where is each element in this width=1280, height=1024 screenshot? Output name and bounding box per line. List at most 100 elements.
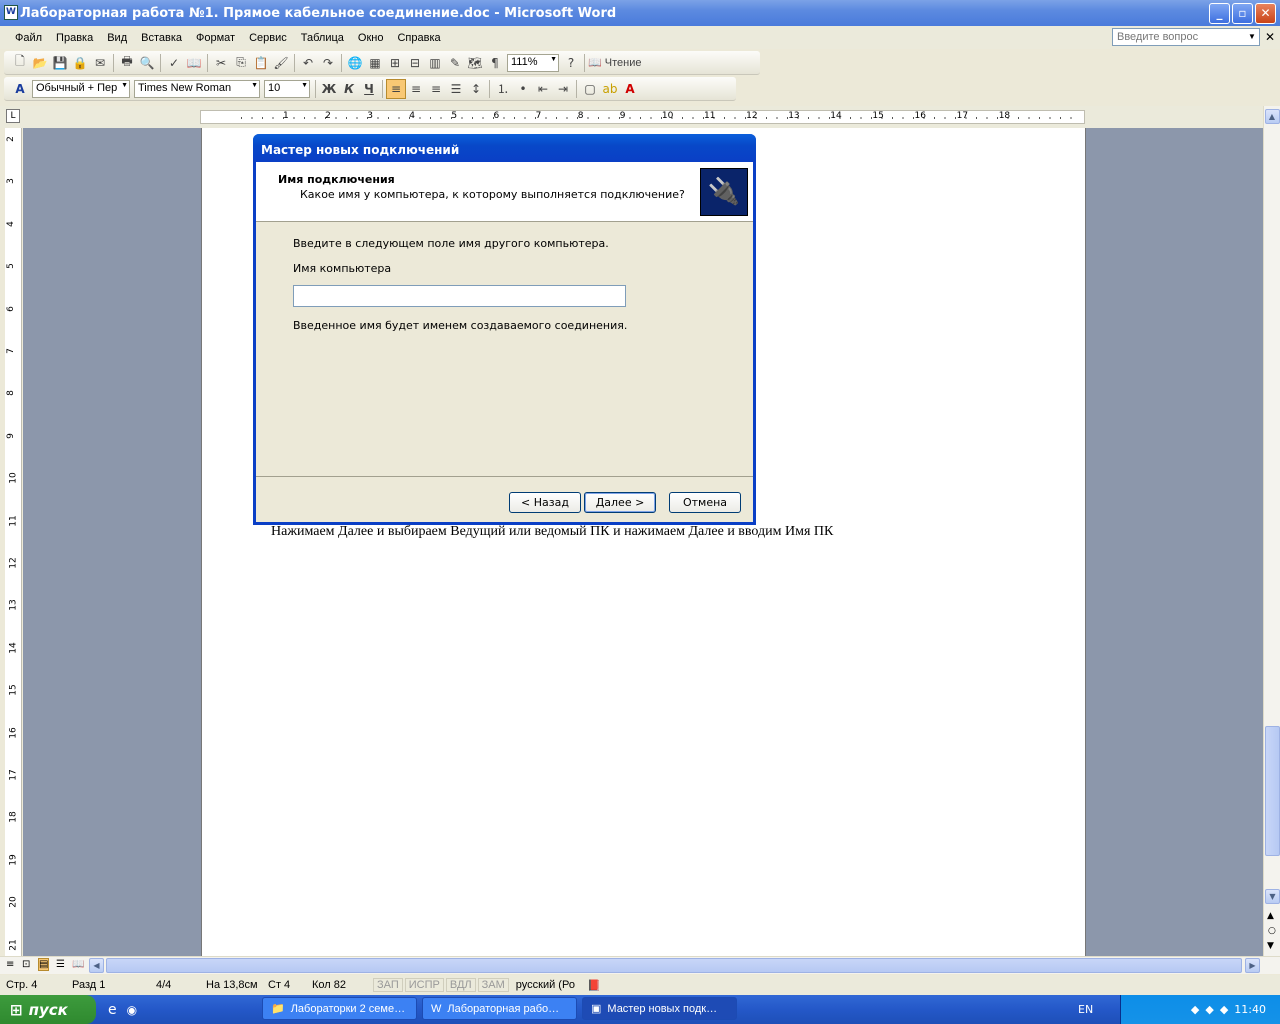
cut-icon[interactable]: ✂ — [211, 53, 231, 73]
menu-table[interactable]: Таблица — [294, 32, 351, 44]
internet-explorer-icon[interactable]: e — [108, 1002, 117, 1018]
redo-icon[interactable]: ↷ — [318, 53, 338, 73]
border-icon[interactable]: ▢ — [580, 79, 600, 99]
hyperlink-icon[interactable]: 🌐 — [345, 53, 365, 73]
spelling-icon[interactable]: ✓ — [164, 53, 184, 73]
font-size-select[interactable]: 10 ▼ — [264, 79, 310, 98]
permission-icon[interactable]: 🔒 — [70, 53, 90, 73]
highlight-icon[interactable]: ab — [600, 79, 620, 99]
chevron-down-icon[interactable]: ▼ — [301, 82, 308, 89]
decrease-indent-icon[interactable]: ⇤ — [533, 79, 553, 99]
next-page-icon[interactable]: ▼ — [1267, 941, 1274, 951]
normal-view-icon[interactable]: ≡ — [6, 959, 14, 970]
show-hide-icon[interactable]: ¶ — [485, 53, 505, 73]
chevron-down-icon[interactable]: ▼ — [1245, 29, 1259, 45]
word-app-icon[interactable]: W — [4, 5, 18, 20]
task-folder[interactable]: 📁 Лабораторки 2 семе… — [262, 997, 417, 1020]
align-left-icon[interactable]: ≡ — [386, 78, 406, 99]
horizontal-scrollbar[interactable]: ≡ ⊡ ▤ ☰ 📖 ◀ ▶ — [0, 956, 1280, 974]
scroll-right-icon[interactable]: ▶ — [1245, 958, 1260, 973]
previous-page-icon[interactable]: ▲ — [1267, 911, 1274, 921]
vertical-scrollbar[interactable]: ▲ ▼ ▲ ○ ▼ — [1263, 106, 1280, 956]
chevron-down-icon[interactable]: ▼ — [121, 82, 128, 89]
save-icon[interactable]: 💾 — [50, 53, 70, 73]
task-wizard[interactable]: ▣ Мастер новых подк… — [582, 997, 737, 1020]
zoom-select[interactable]: 111% ▼ — [507, 53, 559, 72]
new-document-icon[interactable]: 🗋 — [10, 53, 30, 73]
help-icon[interactable]: ? — [561, 53, 581, 73]
chevron-down-icon[interactable]: ▼ — [550, 56, 557, 63]
scroll-thumb[interactable] — [1265, 726, 1280, 856]
status-rec[interactable]: ЗАП — [373, 978, 403, 992]
menu-help[interactable]: Справка — [390, 32, 447, 44]
scroll-down-icon[interactable]: ▼ — [1265, 889, 1280, 904]
computer-name-input[interactable] — [293, 285, 626, 307]
outline-view-icon[interactable]: ☰ — [56, 959, 65, 970]
underline-button[interactable]: Ч — [359, 79, 379, 99]
menu-view[interactable]: Вид — [100, 32, 134, 44]
tray-icon[interactable]: ◆ — [1220, 1003, 1228, 1016]
styles-formatting-icon[interactable]: A — [10, 79, 30, 99]
justify-icon[interactable]: ☰ — [446, 79, 466, 99]
undo-icon[interactable]: ↶ — [298, 53, 318, 73]
menu-tools[interactable]: Сервис — [242, 32, 294, 44]
insert-table-icon[interactable]: ⊞ — [385, 53, 405, 73]
select-browse-object-icon[interactable]: ○ — [1268, 926, 1276, 936]
menu-format[interactable]: Формат — [189, 32, 242, 44]
horizontal-scroll-thumb[interactable] — [106, 958, 1242, 973]
close-document-icon[interactable]: ✕ — [1265, 30, 1275, 44]
language-indicator[interactable]: EN — [1078, 1003, 1093, 1016]
start-button[interactable]: ⊞ пуск — [0, 995, 96, 1024]
research-icon[interactable]: 📖 — [184, 53, 204, 73]
next-button[interactable]: Далее > — [584, 492, 656, 513]
align-right-icon[interactable]: ≡ — [426, 79, 446, 99]
copy-icon[interactable]: ⎘ — [231, 53, 251, 73]
line-spacing-icon[interactable]: ↕ — [466, 79, 486, 99]
spelling-status-icon[interactable]: 📕 — [581, 979, 607, 992]
font-select[interactable]: Times New Roman ▼ — [134, 79, 260, 98]
drawing-icon[interactable]: ✎ — [445, 53, 465, 73]
tab-selector[interactable]: L — [6, 109, 20, 123]
email-icon[interactable]: ✉ — [90, 53, 110, 73]
tray-icon[interactable]: ◆ — [1191, 1003, 1199, 1016]
open-folder-icon[interactable]: 📂 — [30, 53, 50, 73]
print-icon[interactable]: 🖶 — [117, 53, 137, 73]
status-overtype[interactable]: ЗАМ — [477, 978, 509, 992]
scroll-left-icon[interactable]: ◀ — [89, 958, 104, 973]
close-button[interactable]: ✕ — [1255, 3, 1276, 24]
chevron-down-icon[interactable]: ▼ — [251, 82, 258, 89]
minimize-button[interactable]: _ — [1209, 3, 1230, 24]
status-track[interactable]: ИСПР — [404, 978, 444, 992]
cancel-button[interactable]: Отмена — [669, 492, 741, 513]
paste-icon[interactable]: 📋 — [251, 53, 271, 73]
quicklaunch-icon[interactable]: ◉ — [127, 1003, 137, 1017]
menu-edit[interactable]: Правка — [49, 32, 100, 44]
reading-view-icon[interactable]: 📖 — [72, 959, 84, 970]
reading-mode-button[interactable]: 📖 Чтение — [588, 53, 641, 73]
status-extend[interactable]: ВДЛ — [445, 978, 476, 992]
menu-window[interactable]: Окно — [351, 32, 391, 44]
font-color-icon[interactable]: A — [620, 79, 640, 99]
format-painter-icon[interactable]: 🖌 — [271, 53, 291, 73]
scroll-up-icon[interactable]: ▲ — [1264, 109, 1280, 124]
task-word-document[interactable]: W Лабораторная рабо… — [422, 997, 577, 1020]
bullets-icon[interactable]: • — [513, 79, 533, 99]
document-map-icon[interactable]: 🗺 — [465, 53, 485, 73]
web-view-icon[interactable]: ⊡ — [22, 959, 30, 970]
clock[interactable]: 11:40 — [1234, 1003, 1266, 1016]
style-select[interactable]: Обычный + Пер ▼ — [32, 79, 130, 98]
print-layout-view-icon[interactable]: ▤ — [38, 958, 50, 971]
tray-icon[interactable]: ◆ — [1205, 1003, 1213, 1016]
bold-button[interactable]: Ж — [319, 79, 339, 99]
menu-file[interactable]: Файл — [8, 32, 49, 44]
columns-icon[interactable]: ▥ — [425, 53, 445, 73]
italic-button[interactable]: К — [339, 79, 359, 99]
numbering-icon[interactable]: ⒈ — [493, 79, 513, 99]
back-button[interactable]: < Назад — [509, 492, 581, 513]
align-center-icon[interactable]: ≡ — [406, 79, 426, 99]
menu-insert[interactable]: Вставка — [134, 32, 189, 44]
ask-question-input[interactable]: Введите вопрос ▼ — [1112, 28, 1260, 46]
print-preview-icon[interactable]: 🔍 — [137, 53, 157, 73]
document-paragraph[interactable]: Нажимаем Далее и выбираем Ведущий или ве… — [271, 524, 833, 540]
increase-indent-icon[interactable]: ⇥ — [553, 79, 573, 99]
